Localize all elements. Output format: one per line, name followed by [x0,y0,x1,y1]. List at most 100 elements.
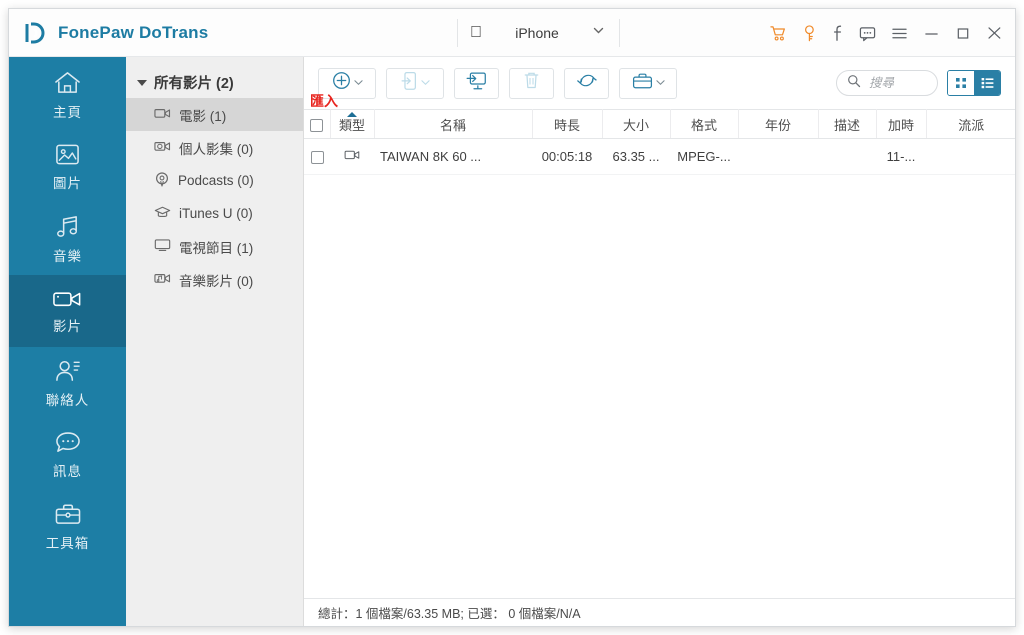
row-size-cell: 63.35 ... [602,138,670,175]
expand-triangle-icon [137,79,147,86]
column-header-label: 流派 [958,117,985,133]
column-header-type[interactable]: 類型 [330,109,375,139]
row-select-cell[interactable] [304,138,330,175]
sidebar-item-label: 圖片 [53,176,82,191]
select-all-header[interactable] [304,109,331,139]
cart-icon[interactable] [770,25,787,42]
sidebar-item-music[interactable]: 音樂 [9,203,126,275]
close-icon[interactable] [986,25,1003,41]
row-name-cell: TAIWAN 8K 60 ... [374,138,532,175]
message-icon [54,430,82,455]
maximize-icon[interactable] [955,26,971,41]
toolbox-icon [632,72,653,95]
add-button[interactable] [318,67,376,99]
status-text: 總計：1 個檔案/63.35 MB; 已選： 0 個檔案/N/A [318,607,581,621]
column-header-label: 加時 [887,117,914,133]
fonepaw-logo-icon [23,20,49,46]
sidebar-item-label: 影片 [53,318,82,334]
device-selector[interactable]:  iPhone [457,19,620,47]
content-area: 匯入 搜尋 類型 名稱 時長 大小 格式 年份 描述 加時 流派 TAIWAN … [304,57,1015,626]
sidebar-item-label: 音樂 [53,248,82,264]
category-item-label: 音樂影片 (0) [179,273,254,289]
export-desktop-icon [466,71,487,96]
homevideo-icon [154,140,171,156]
column-header-label: 格式 [690,117,717,133]
category-item-itunes-u[interactable]: iTunes U (0) [126,197,303,230]
column-header-genre[interactable]: 流派 [926,109,1015,139]
device-name: iPhone [503,25,559,41]
row-year-cell [738,138,818,175]
sidebar-item-label: 工具箱 [45,536,90,551]
sidebar-item-home[interactable]: 主頁 [9,59,126,131]
contacts-icon [54,358,82,384]
column-header-name[interactable]: 名稱 [374,109,533,139]
search-input[interactable] [867,75,927,91]
list-view-icon[interactable] [974,71,1000,95]
sidebar-item-messages[interactable]: 訊息 [9,419,126,491]
export-device-button [386,67,444,99]
chevron-down-icon[interactable] [655,78,665,89]
file-table: 類型 名稱 時長 大小 格式 年份 描述 加時 流派 TAIWAN 8K 60 … [304,109,1015,175]
row-duration-cell: 00:05:18 [532,138,602,175]
column-header-description[interactable]: 描述 [818,109,877,139]
itunesu-icon [154,205,171,222]
sidebar-item-photos[interactable]: 圖片 [9,131,126,203]
category-item-podcasts[interactable]: Podcasts (0) [126,164,303,197]
column-header-size[interactable]: 大小 [602,109,671,139]
category-item-home-videos[interactable]: 個人影集 (0) [126,131,303,164]
sidebar-item-contacts[interactable]: 聯絡人 [9,347,126,419]
column-header-label: 時長 [553,117,580,133]
category-item-label: 個人影集 (0) [179,141,254,157]
select-all-checkbox[interactable] [310,118,324,132]
search-box[interactable] [836,70,938,96]
category-item-movies[interactable]: 電影 (1) [126,98,303,131]
category-item-label: 電影 (1) [179,108,227,124]
column-header-label: 年份 [764,117,791,133]
table-header-row: 類型 名稱 時長 大小 格式 年份 描述 加時 流派 [304,109,1015,139]
feedback-icon[interactable] [859,25,876,42]
column-header-year[interactable]: 年份 [738,109,819,139]
column-header-added-time[interactable]: 加時 [876,109,927,139]
sidebar-item-videos[interactable]: 影片 [9,275,126,347]
file-table-area: 類型 名稱 時長 大小 格式 年份 描述 加時 流派 TAIWAN 8K 60 … [304,109,1015,598]
sidebar-item-toolbox[interactable]: 工具箱 [9,491,126,563]
musicvideo-icon [154,272,171,288]
tvshow-icon [154,238,171,255]
search-icon [847,74,861,93]
menu-icon[interactable] [891,26,908,41]
row-added-time-cell: 11-... [876,138,926,175]
category-item-tv-shows[interactable]: 電視節目 (1) [126,230,303,263]
sidebar-item-label: 訊息 [53,464,82,479]
key-icon[interactable] [802,24,817,42]
home-icon [53,70,82,96]
chevron-down-icon[interactable] [353,78,363,89]
category-item-label: Podcasts (0) [178,173,254,188]
table-row[interactable]: TAIWAN 8K 60 ... 00:05:18 63.35 ... MPEG… [304,138,1015,175]
column-header-label: 描述 [833,117,860,133]
podcast-icon [154,171,170,190]
column-header-duration[interactable]: 時長 [532,109,603,139]
sidebar-item-label: 聯絡人 [45,392,90,408]
category-item-label: 電視節目 (1) [179,240,254,256]
apple-icon:  [470,25,482,41]
row-checkbox[interactable] [310,151,324,165]
minimize-icon[interactable] [923,26,940,41]
column-header-label: 類型 [338,117,365,133]
status-bar: 總計：1 個檔案/63.35 MB; 已選： 0 個檔案/N/A [304,598,1015,626]
sidebar-item-label: 主頁 [53,104,82,120]
row-description-cell [818,138,876,175]
export-pc-button[interactable] [454,67,499,99]
chevron-down-icon[interactable] [592,24,605,42]
delete-button [509,67,554,99]
column-header-format[interactable]: 格式 [670,109,739,139]
toolbox-button[interactable] [619,67,677,99]
grid-view-icon[interactable] [948,71,974,95]
row-type-cell [330,138,374,175]
toolbox-icon [54,502,82,527]
category-item-music-videos[interactable]: 音樂影片 (0) [126,263,303,296]
row-format-cell: MPEG-... [670,138,738,175]
refresh-button[interactable] [564,67,609,99]
app-window: FonePaw DoTrans  iPhone [8,8,1016,627]
facebook-icon[interactable] [832,24,844,42]
category-header[interactable]: 所有影片 (2) [126,67,303,98]
